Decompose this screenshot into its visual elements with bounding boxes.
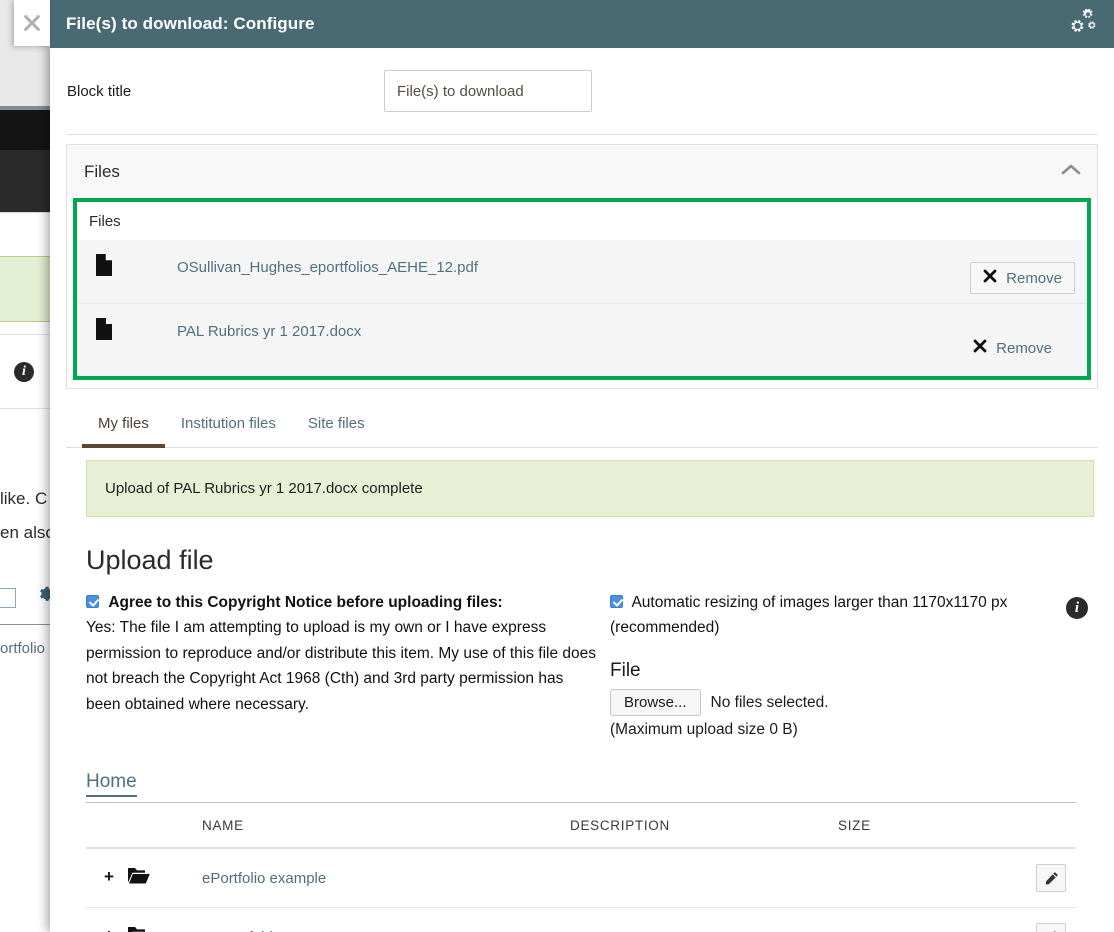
selected-files-list: OSullivan_Hughes_eportfolios_AEHE_12.pdf… xyxy=(77,240,1087,376)
max-upload-size-text: (Maximum upload size 0 B) xyxy=(610,721,798,738)
auto-resize-row: Automatic resizing of images larger than… xyxy=(610,590,1098,640)
selected-file-name[interactable]: PAL Rubrics yr 1 2017.docx xyxy=(177,323,361,340)
copyright-agree-row: Agree to this Copyright Notice before up… xyxy=(86,590,598,615)
background-divider-1 xyxy=(0,334,56,335)
info-icon[interactable]: i xyxy=(1066,597,1088,619)
column-header-actions xyxy=(1006,802,1076,849)
document-icon xyxy=(95,253,125,281)
no-files-selected-text: No files selected. xyxy=(710,693,829,711)
block-title-label: Block title xyxy=(67,82,132,100)
remove-file-label: Remove xyxy=(1006,269,1062,287)
column-header-description: DESCRIPTION xyxy=(570,802,838,849)
background-divider-3 xyxy=(0,624,56,625)
modal-title: File(s) to download: Configure xyxy=(66,14,315,33)
block-title-row: Block title xyxy=(66,48,1098,135)
files-section-toggle[interactable]: Files xyxy=(67,145,1097,198)
column-header-size: SIZE xyxy=(838,802,1006,849)
file-link[interactable]: ePortfolio example xyxy=(202,870,326,887)
background-text-2: en also xyxy=(0,523,55,542)
breadcrumb-home[interactable]: Home xyxy=(86,771,137,797)
close-icon xyxy=(24,15,40,31)
remove-file-label: Remove xyxy=(996,339,1052,357)
tab-my-files[interactable]: My files xyxy=(82,405,165,448)
copyright-label: Agree to this Copyright Notice before up… xyxy=(108,594,503,611)
remove-file-button[interactable]: Remove xyxy=(960,332,1065,364)
table-row: + Import folder 2017-10-25 08:03:28 4.9M xyxy=(86,907,1076,932)
copyright-checkbox[interactable] xyxy=(86,595,99,608)
file-browser-table: NAME DESCRIPTION SIZE + ePortfolio examp… xyxy=(86,802,1076,932)
block-title-input[interactable] xyxy=(384,70,592,112)
auto-resize-label: Automatic resizing of images larger than… xyxy=(610,594,1008,636)
tab-institution-files[interactable]: Institution files xyxy=(165,405,292,448)
selected-files-label: Files xyxy=(89,213,121,230)
edit-button[interactable] xyxy=(1036,864,1066,892)
file-link[interactable]: Import folder 2017-10-25 08:03:28 xyxy=(202,929,430,932)
file-field-label: File xyxy=(610,660,641,681)
browse-button[interactable]: Browse... xyxy=(610,689,701,716)
configure-modal: File(s) to download: Configure Block tit… xyxy=(14,0,1114,932)
copyright-column: Agree to this Copyright Notice before up… xyxy=(86,590,598,739)
selected-file-row: OSullivan_Hughes_eportfolios_AEHE_12.pdf… xyxy=(77,240,1087,304)
cogs-icon[interactable] xyxy=(1066,9,1100,39)
background-input[interactable] xyxy=(0,588,16,608)
row-description-cell xyxy=(570,907,838,932)
edit-button[interactable] xyxy=(1036,923,1066,932)
selected-file-row: PAL Rubrics yr 1 2017.docx Remove xyxy=(77,304,1087,376)
background-divider-2 xyxy=(0,408,56,409)
files-fieldset: Files Files OSullivan_Hughes_eportfolios… xyxy=(66,144,1098,389)
selected-files-highlight: Files OSullivan_Hughes_eportfolios_AEHE_… xyxy=(73,198,1091,380)
remove-file-button[interactable]: Remove xyxy=(970,262,1075,294)
background-notice-strip xyxy=(0,256,56,322)
table-row: + ePortfolio example xyxy=(86,848,1076,908)
plus-icon[interactable]: + xyxy=(104,926,114,932)
row-name-cell: Import folder 2017-10-25 08:03:28 xyxy=(202,907,570,932)
browse-row: Browse... No files selected. xyxy=(610,689,1098,716)
plus-icon[interactable]: + xyxy=(104,867,114,886)
close-x-icon xyxy=(983,269,997,287)
upload-options-column: Automatic resizing of images larger than… xyxy=(598,590,1098,739)
table-header-row: NAME DESCRIPTION SIZE xyxy=(86,802,1076,849)
background-info-icon: i xyxy=(14,362,34,382)
modal-header: File(s) to download: Configure xyxy=(14,0,1114,48)
chevron-up-icon[interactable] xyxy=(1061,163,1081,181)
pencil-icon xyxy=(1045,871,1058,884)
auto-resize-checkbox[interactable] xyxy=(610,595,623,608)
background-link-portfolio[interactable]: ortfolio xyxy=(0,640,45,657)
files-inner-wrapper: Files OSullivan_Hughes_eportfolios_AEHE_… xyxy=(67,198,1097,388)
row-size-cell: 4.9M xyxy=(838,907,1006,932)
background-text-1: like. C xyxy=(0,489,48,508)
row-actions-cell xyxy=(1006,848,1076,908)
upload-file-heading: Upload file xyxy=(86,545,214,575)
column-header-icons xyxy=(86,802,202,849)
row-actions-cell xyxy=(1006,907,1076,932)
row-name-cell: ePortfolio example xyxy=(202,848,570,908)
column-header-name: NAME xyxy=(202,802,570,849)
row-icons-cell: + xyxy=(86,907,202,932)
tab-site-files[interactable]: Site files xyxy=(292,405,381,448)
files-section-legend: Files xyxy=(84,161,120,181)
row-icons-cell: + xyxy=(86,848,202,908)
close-x-icon xyxy=(973,339,987,357)
file-source-tabs: My files Institution files Site files xyxy=(66,405,1098,448)
modal-body: Block title Files Files xyxy=(50,48,1114,932)
row-size-cell xyxy=(838,848,1006,908)
upload-success-notice: Upload of PAL Rubrics yr 1 2017.docx com… xyxy=(86,460,1094,517)
upload-columns: Agree to this Copyright Notice before up… xyxy=(66,590,1098,739)
copyright-body: Yes: The file I am attempting to upload … xyxy=(86,619,597,713)
document-icon xyxy=(95,318,125,345)
folder-open-icon[interactable] xyxy=(128,868,150,889)
selected-file-name[interactable]: OSullivan_Hughes_eportfolios_AEHE_12.pdf xyxy=(177,259,478,276)
close-button[interactable] xyxy=(14,0,50,46)
row-description-cell xyxy=(570,848,838,908)
